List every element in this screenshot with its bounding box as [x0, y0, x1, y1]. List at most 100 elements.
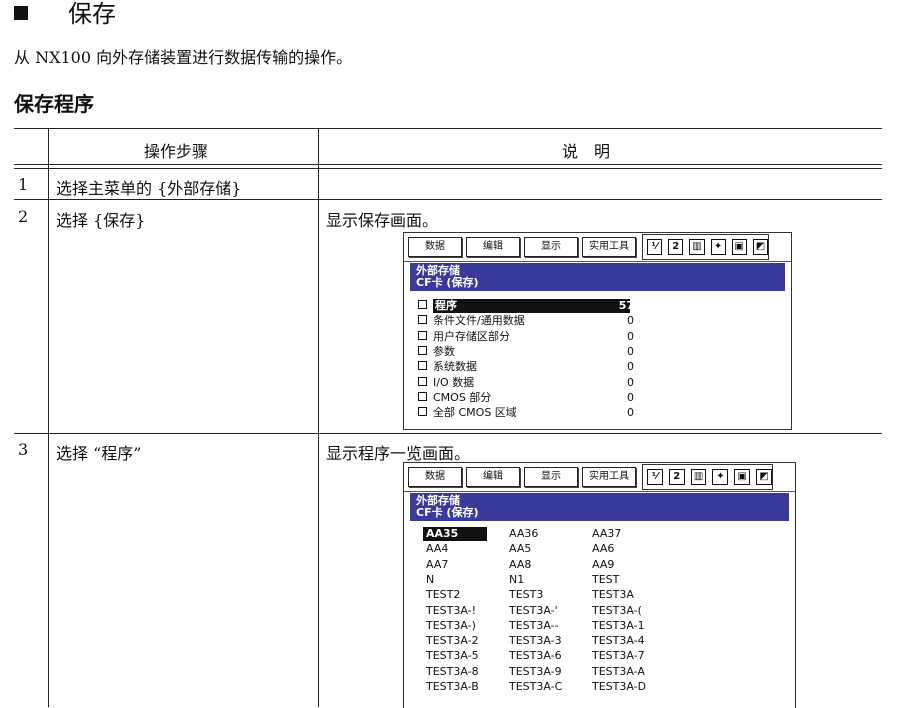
checkbox-icon[interactable] — [418, 300, 427, 309]
program-item[interactable]: N — [426, 573, 434, 587]
save-item-count: 0 — [627, 344, 634, 358]
save-item[interactable]: 条件文件/通用数据 0 — [418, 314, 634, 328]
save-item[interactable]: I/O 数据 0 — [418, 375, 634, 390]
save-item[interactable]: 全部 CMOS 区域 0 — [418, 406, 634, 420]
status-icons: ⅟ 2 ▥ ✦ ▣ ◩ — [642, 234, 769, 260]
screen-title: 外部存储 CF卡 (保存) — [410, 493, 789, 521]
step-text: 选择主菜单的 {外部存储} — [56, 179, 242, 198]
menu-display-button[interactable]: 显示 — [524, 237, 578, 257]
program-item[interactable]: TEST3A-9 — [509, 665, 562, 679]
intro-text: 从 NX100 向外存储装置进行数据传输的操作。 — [14, 48, 353, 67]
robot-coord-icon: ⅟ — [647, 239, 663, 255]
menu-bar: 数据 编辑 显示 实用工具 ⅟ 2 ▥ ✦ ▣ ◩ — [404, 233, 791, 262]
step-text: 选择 “程序” — [56, 444, 142, 463]
menu-data-button[interactable]: 数据 — [408, 467, 462, 487]
menu-edit-button[interactable]: 编辑 — [466, 467, 520, 487]
robot-coord-icon: ⅟ — [647, 469, 663, 485]
program-item[interactable]: TEST2 — [426, 588, 460, 602]
program-item[interactable]: TEST3A-B — [426, 680, 479, 694]
program-item[interactable]: AA37 — [592, 527, 621, 541]
program-item[interactable]: TEST3 — [509, 588, 543, 602]
program-item[interactable]: AA6 — [592, 542, 614, 556]
program-item[interactable]: AA4 — [426, 542, 448, 556]
save-item[interactable]: 用户存储区部分 0 — [418, 329, 634, 344]
checkbox-icon[interactable] — [418, 407, 427, 417]
tool-icon: ✦ — [710, 239, 726, 255]
program-item[interactable]: AA7 — [426, 558, 448, 572]
program-item[interactable]: TEST3A-6 — [509, 649, 562, 663]
step-text: 选择 {保存} — [56, 211, 146, 230]
save-item-count: 57 — [618, 299, 634, 312]
checkbox-icon[interactable] — [418, 315, 427, 325]
program-item[interactable]: N1 — [509, 573, 524, 587]
checkbox-icon[interactable] — [418, 345, 427, 355]
save-item-count: 0 — [627, 329, 634, 343]
checkbox-icon[interactable] — [418, 330, 427, 340]
number-icon: 2 — [668, 469, 685, 485]
program-item[interactable]: TEST — [592, 573, 619, 587]
display-icon: ▣ — [734, 469, 751, 485]
status-icons: ⅟ 2 ▥ ✦ ▣ ◩ — [642, 464, 773, 490]
checkbox-icon[interactable] — [418, 376, 427, 386]
servo-icon: ▥ — [690, 469, 707, 485]
program-item[interactable]: AA35 — [423, 527, 487, 541]
menu-data-button[interactable]: 数据 — [408, 237, 462, 257]
save-item-count: 0 — [627, 390, 634, 404]
program-item[interactable]: TEST3A-5 — [426, 649, 479, 663]
save-item-count: 0 — [627, 360, 634, 374]
program-item[interactable]: TEST3A-A — [592, 665, 645, 679]
save-item-label: 条件文件/通用数据 — [433, 314, 525, 328]
save-item-label: 用户存储区部分 — [433, 329, 510, 343]
program-list-screen: 数据 编辑 显示 实用工具 ⅟ 2 ▥ ✦ ▣ ◩ 外部存储 CF卡 (保存) … — [403, 462, 796, 708]
program-item[interactable]: TEST3A-7 — [592, 649, 645, 663]
program-item[interactable]: AA36 — [509, 527, 538, 541]
step-description: 显示保存画面。 — [326, 211, 439, 230]
menu-bar: 数据 编辑 显示 实用工具 ⅟ 2 ▥ ✦ ▣ ◩ — [404, 463, 795, 492]
page-icon: ◩ — [756, 469, 772, 485]
servo-icon: ▥ — [689, 239, 705, 255]
save-item[interactable]: 系统数据 0 — [418, 360, 634, 374]
save-item-label: 全部 CMOS 区域 — [433, 406, 517, 420]
menu-edit-button[interactable]: 编辑 — [466, 237, 520, 257]
subsection-title: 保存程序 — [14, 92, 94, 116]
save-item-label: 程序 — [433, 299, 630, 313]
program-item[interactable]: TEST3A-- — [509, 619, 559, 633]
program-item[interactable]: TEST3A — [592, 588, 634, 602]
screen-title: 外部存储 CF卡 (保存) — [410, 263, 785, 291]
program-item[interactable]: TEST3A-( — [592, 604, 642, 618]
menu-display-button[interactable]: 显示 — [524, 467, 578, 487]
program-item[interactable]: AA5 — [509, 542, 531, 556]
save-item-count: 0 — [627, 314, 634, 328]
checkbox-icon[interactable] — [418, 361, 427, 371]
tool-icon: ✦ — [712, 469, 729, 485]
save-item-label: 系统数据 — [433, 360, 477, 374]
program-item[interactable]: TEST3A-! — [426, 604, 476, 618]
save-item[interactable]: CMOS 部分 0 — [418, 390, 634, 405]
save-item-label: I/O 数据 — [433, 375, 475, 389]
section-title: 保存 — [14, 0, 116, 28]
menu-utility-button[interactable]: 实用工具 — [582, 467, 636, 487]
save-item[interactable]: 程序 57 — [418, 299, 634, 313]
menu-utility-button[interactable]: 实用工具 — [582, 237, 636, 257]
program-item[interactable]: TEST3A-D — [592, 680, 646, 694]
col-header-description: 说 明 — [562, 142, 611, 161]
save-item-count: 0 — [627, 406, 634, 420]
number-icon: 2 — [668, 239, 684, 255]
program-item[interactable]: TEST3A-1 — [592, 619, 645, 633]
program-item[interactable]: AA8 — [509, 558, 531, 572]
program-item[interactable]: TEST3A-2 — [426, 634, 479, 648]
program-item[interactable]: TEST3A-' — [509, 604, 558, 618]
save-screen: 数据 编辑 显示 实用工具 ⅟ 2 ▥ ✦ ▣ ◩ 外部存储 CF卡 (保存) … — [403, 232, 792, 430]
step-number: 2 — [18, 207, 29, 226]
program-item[interactable]: AA9 — [592, 558, 614, 572]
program-item[interactable]: TEST3A-3 — [509, 634, 562, 648]
program-item[interactable]: TEST3A-8 — [426, 665, 479, 679]
checkbox-icon[interactable] — [418, 391, 427, 401]
save-item-label: 参数 — [433, 344, 455, 358]
save-item-label: CMOS 部分 — [433, 390, 492, 404]
save-item-count: 0 — [627, 375, 634, 389]
program-item[interactable]: TEST3A-) — [426, 619, 476, 633]
program-item[interactable]: TEST3A-4 — [592, 634, 645, 648]
program-item[interactable]: TEST3A-C — [509, 680, 562, 694]
save-item[interactable]: 参数 0 — [418, 344, 634, 359]
